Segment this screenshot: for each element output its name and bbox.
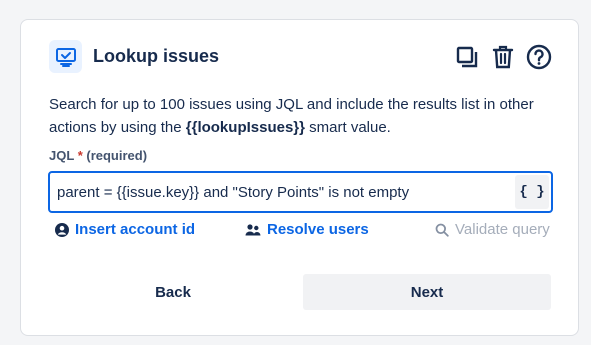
smart-value-button[interactable]: { }	[515, 175, 549, 209]
required-marker: *	[77, 148, 83, 163]
help-icon[interactable]	[525, 43, 553, 71]
search-icon	[435, 223, 449, 237]
validate-query-label: Validate query	[455, 221, 550, 238]
resolve-users-link[interactable]: Resolve users	[245, 221, 369, 238]
description-suffix: smart value.	[304, 119, 391, 136]
required-text: (required)	[86, 148, 148, 163]
monitor-check-icon	[49, 40, 82, 73]
jql-input[interactable]	[50, 173, 510, 211]
next-button[interactable]: Next	[303, 274, 551, 310]
card-actions	[453, 43, 553, 71]
user-circle-icon	[55, 222, 69, 237]
duplicate-icon[interactable]	[453, 43, 481, 71]
lookup-issues-smart-value: {{lookupIssues}}	[185, 119, 305, 136]
jql-field: { }	[48, 171, 553, 213]
back-button[interactable]: Back	[73, 274, 273, 310]
card-header: Lookup issues	[49, 40, 553, 76]
card-description: Search for up to 100 issues using JQL an…	[49, 93, 549, 139]
lookup-issues-card: Lookup issues Search for up to 100 issue…	[20, 19, 579, 336]
insert-account-id-link[interactable]: Insert account id	[55, 221, 195, 238]
users-icon	[245, 223, 261, 235]
validate-query-link[interactable]: Validate query	[435, 221, 550, 238]
jql-label-text: JQL	[49, 148, 75, 163]
trash-icon[interactable]	[489, 43, 517, 71]
resolve-users-label: Resolve users	[267, 221, 369, 238]
jql-helper-links: Insert account id Resolve users Validate…	[55, 221, 553, 243]
jql-label: JQL * (required)	[49, 148, 147, 163]
card-title: Lookup issues	[93, 46, 220, 66]
insert-account-id-label: Insert account id	[75, 221, 196, 238]
